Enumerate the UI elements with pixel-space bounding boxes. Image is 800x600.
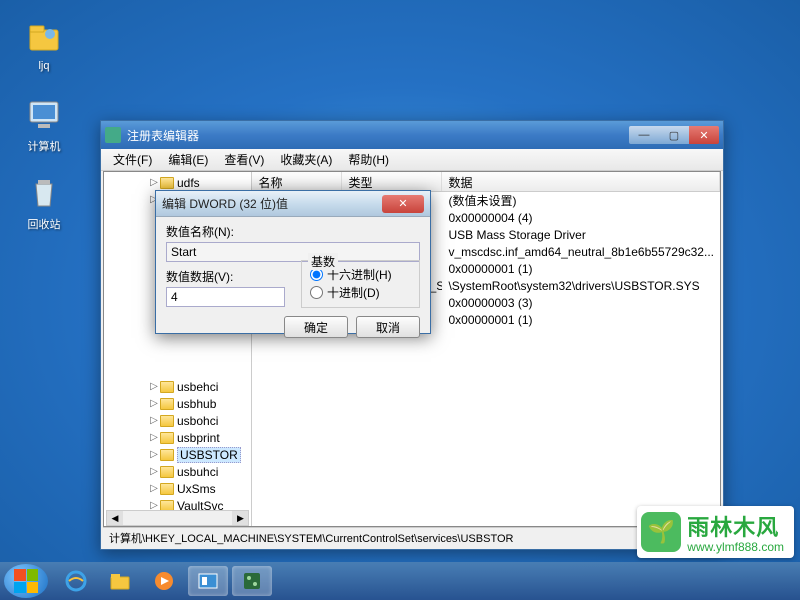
tree-item-usbuhci[interactable]: ▷ usbuhci bbox=[104, 463, 251, 480]
tree-expand-icon[interactable]: ▷ bbox=[148, 432, 160, 443]
radio-dec[interactable]: 十进制(D) bbox=[310, 283, 411, 301]
folder-icon bbox=[160, 466, 174, 478]
window-title: 注册表编辑器 bbox=[127, 127, 629, 144]
desktop-icon-computer[interactable]: 计算机 bbox=[14, 94, 74, 154]
tree-label: usbuhci bbox=[177, 465, 218, 479]
list-header: 名称 类型 数据 bbox=[252, 172, 720, 192]
desktop-icon-label: ljq bbox=[14, 60, 74, 72]
maximize-button[interactable]: ▢ bbox=[659, 126, 689, 144]
user-folder-icon bbox=[24, 16, 64, 56]
tree-expand-icon[interactable]: ▷ bbox=[148, 398, 160, 409]
menu-edit[interactable]: 编辑(E) bbox=[160, 149, 216, 170]
dword-dialog: 编辑 DWORD (32 位)值 ✕ 数值名称(N): 数值数据(V): 基数 … bbox=[155, 190, 431, 334]
base-radio-group: 基数 十六进制(H) 十进制(D) bbox=[301, 260, 420, 308]
cell-data: v_mscdsc.inf_amd64_neutral_8b1e6b55729c3… bbox=[442, 245, 720, 259]
taskbar-ie[interactable] bbox=[56, 566, 96, 596]
cell-data: 0x00000001 (1) bbox=[442, 313, 720, 327]
menu-file[interactable]: 文件(F) bbox=[105, 149, 160, 170]
scroll-left-icon[interactable]: ◀ bbox=[107, 511, 123, 525]
tree-expand-icon[interactable]: ▷ bbox=[148, 415, 160, 426]
tree-expand-icon[interactable]: ▷ bbox=[148, 483, 160, 494]
menubar: 文件(F) 编辑(E) 查看(V) 收藏夹(A) 帮助(H) bbox=[101, 149, 723, 171]
base-label: 基数 bbox=[308, 253, 338, 270]
menu-favorites[interactable]: 收藏夹(A) bbox=[272, 149, 340, 170]
radio-dec-input[interactable] bbox=[310, 286, 323, 299]
cell-data: 0x00000001 (1) bbox=[442, 262, 720, 276]
dialog-titlebar[interactable]: 编辑 DWORD (32 位)值 ✕ bbox=[156, 191, 430, 217]
computer-icon bbox=[24, 94, 64, 134]
cell-data: USB Mass Storage Driver bbox=[442, 228, 720, 242]
folder-icon bbox=[160, 381, 174, 393]
folder-icon bbox=[160, 432, 174, 444]
cell-data: (数值未设置) bbox=[442, 192, 720, 209]
value-name-label: 数值名称(N): bbox=[166, 223, 420, 240]
desktop-icon-label: 计算机 bbox=[14, 138, 74, 154]
value-data-input[interactable] bbox=[166, 287, 285, 307]
taskbar-regedit[interactable] bbox=[232, 566, 272, 596]
tree-label: usbehci bbox=[177, 380, 218, 394]
desktop-icon-label: 回收站 bbox=[14, 216, 74, 232]
tree-item-UxSms[interactable]: ▷ UxSms bbox=[104, 480, 251, 497]
ok-button[interactable]: 确定 bbox=[284, 316, 348, 338]
tree-expand-icon[interactable]: ▷ bbox=[148, 381, 160, 392]
tree-item-USBSTOR[interactable]: ▷ USBSTOR bbox=[104, 446, 251, 463]
watermark-brand: 雨林木风 bbox=[687, 510, 784, 542]
tree-label: usbohci bbox=[177, 414, 218, 428]
watermark: 🌱 雨林木风 www.ylmf888.com bbox=[637, 506, 794, 558]
watermark-icon: 🌱 bbox=[641, 512, 681, 552]
folder-icon bbox=[160, 449, 174, 461]
folder-icon bbox=[160, 415, 174, 427]
cell-data: 0x00000004 (4) bbox=[442, 211, 720, 225]
tree-h-scrollbar[interactable]: ◀ ▶ bbox=[106, 510, 249, 526]
start-button[interactable] bbox=[4, 564, 48, 598]
watermark-url: www.ylmf888.com bbox=[687, 540, 784, 554]
dialog-close-button[interactable]: ✕ bbox=[382, 195, 424, 213]
close-button[interactable]: ✕ bbox=[689, 126, 719, 144]
tree-label: USBSTOR bbox=[177, 447, 241, 463]
tree-expand-icon[interactable]: ▷ bbox=[148, 466, 160, 477]
column-type[interactable]: 类型 bbox=[342, 172, 442, 191]
menu-view[interactable]: 查看(V) bbox=[216, 149, 272, 170]
column-name[interactable]: 名称 bbox=[252, 172, 342, 191]
statusbar: 计算机\HKEY_LOCAL_MACHINE\SYSTEM\CurrentCon… bbox=[103, 527, 721, 547]
desktop-icon-ljq[interactable]: ljq bbox=[14, 16, 74, 72]
cancel-button[interactable]: 取消 bbox=[356, 316, 420, 338]
tree-expand-icon[interactable]: ▷ bbox=[148, 177, 160, 188]
tree-expand-icon[interactable]: ▷ bbox=[148, 449, 160, 460]
recycle-bin-icon bbox=[24, 172, 64, 212]
tree-item-usbprint[interactable]: ▷ usbprint bbox=[104, 429, 251, 446]
tree-label: usbhub bbox=[177, 397, 216, 411]
value-name-input bbox=[166, 242, 420, 262]
taskbar bbox=[0, 562, 800, 600]
regedit-icon bbox=[105, 127, 121, 143]
folder-icon bbox=[160, 483, 174, 495]
tree-label: UxSms bbox=[177, 482, 216, 496]
dialog-title: 编辑 DWORD (32 位)值 bbox=[162, 195, 382, 212]
scroll-right-icon[interactable]: ▶ bbox=[232, 511, 248, 525]
value-data-label: 数值数据(V): bbox=[166, 268, 285, 285]
taskbar-app1[interactable] bbox=[188, 566, 228, 596]
tree-item-udfs[interactable]: ▷ udfs bbox=[104, 174, 251, 191]
desktop-icon-recycle[interactable]: 回收站 bbox=[14, 172, 74, 232]
taskbar-explorer[interactable] bbox=[100, 566, 140, 596]
window-titlebar[interactable]: 注册表编辑器 — ▢ ✕ bbox=[101, 121, 723, 149]
taskbar-mediaplayer[interactable] bbox=[144, 566, 184, 596]
tree-item-usbhub[interactable]: ▷ usbhub bbox=[104, 395, 251, 412]
tree-item-usbohci[interactable]: ▷ usbohci bbox=[104, 412, 251, 429]
folder-icon bbox=[160, 177, 174, 189]
cell-data: \SystemRoot\system32\drivers\USBSTOR.SYS bbox=[442, 279, 720, 293]
cell-data: 0x00000003 (3) bbox=[442, 296, 720, 310]
folder-icon bbox=[160, 398, 174, 410]
tree-item-usbehci[interactable]: ▷ usbehci bbox=[104, 378, 251, 395]
column-data[interactable]: 数据 bbox=[442, 172, 720, 191]
windows-logo-icon bbox=[14, 569, 38, 593]
tree-label: udfs bbox=[177, 176, 200, 190]
menu-help[interactable]: 帮助(H) bbox=[340, 149, 397, 170]
tree-label: usbprint bbox=[177, 431, 220, 445]
minimize-button[interactable]: — bbox=[629, 126, 659, 144]
